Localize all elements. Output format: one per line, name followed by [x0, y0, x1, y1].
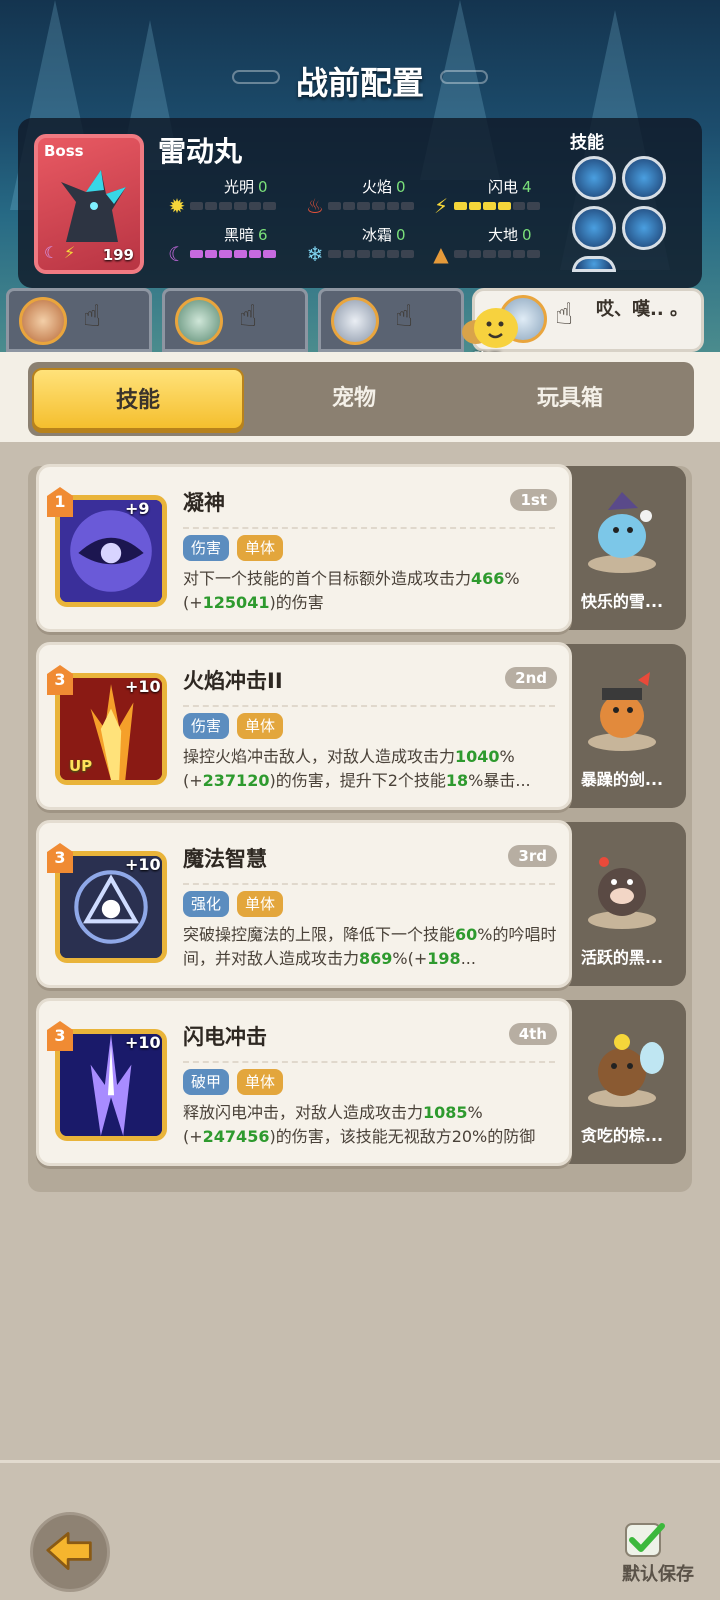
skill-name: 火焰冲击II	[183, 669, 283, 693]
flame-icon: ♨	[306, 194, 324, 218]
skill-plus: +9	[125, 499, 150, 518]
skill-description: 突破操控魔法的上限，降低下一个技能60%的吟唱时间，并对敌人造成攻击力869%(…	[183, 925, 557, 968]
chat-message: 哎、嘆.. 。	[596, 299, 688, 320]
skill-order-badge: 4th	[508, 1023, 557, 1045]
snow-pet-figure	[588, 492, 656, 573]
dark-element-icon: ☾	[44, 243, 59, 262]
skill-type-tag: 伤害	[183, 713, 230, 739]
skill-description: 操控火焰冲击敌人，对敌人造成攻击力1040%(+237120)的伤害，提升下2个…	[183, 747, 531, 790]
pet-name: 快乐的雪...	[580, 592, 664, 611]
tap-hand-icon: ☝	[83, 299, 102, 334]
skill-target-tag: 单体	[237, 891, 284, 917]
element-bar	[190, 250, 277, 258]
boss-name: 雷动丸	[158, 135, 243, 168]
snowflake-icon: ❄	[306, 242, 324, 266]
element-light: 光明 0 ✹	[166, 176, 296, 220]
skill-level-badge: 3	[47, 1021, 73, 1051]
skill-level-badge: 3	[47, 843, 73, 873]
element-bar	[328, 250, 415, 258]
mountain-icon: ▲	[433, 242, 449, 266]
tab-skills[interactable]: 技能	[32, 368, 244, 430]
skill-type-tag: 强化	[183, 891, 230, 917]
team-slot-1[interactable]: ☝	[6, 288, 152, 352]
tab-toybox[interactable]: 玩具箱	[464, 368, 676, 430]
skill-level-badge: 1	[47, 487, 73, 517]
pet-name: 暴躁的剑...	[580, 770, 664, 789]
boss-skill-shadow-icon[interactable]	[622, 206, 666, 250]
element-bar	[454, 250, 541, 258]
boss-skills-label: 技能	[570, 133, 604, 153]
skill-order-badge: 2nd	[505, 667, 557, 689]
moon-icon: ☾	[168, 242, 186, 266]
skill-target-tag: 单体	[237, 1069, 284, 1095]
pet-name: 贪吃的棕...	[580, 1126, 664, 1145]
skill-type-tag: 伤害	[183, 535, 230, 561]
skill-plus: +10	[125, 855, 161, 874]
element-lightning: 闪电 4 ⚡	[430, 176, 560, 220]
hero-avatar	[19, 297, 67, 345]
element-dark: 黑暗 6 ☾	[166, 224, 296, 268]
skill-description: 对下一个技能的首个目标额外造成攻击力466%(+125041)的伤害	[183, 569, 520, 612]
default-save-checkbox-icon[interactable]	[622, 1520, 668, 1560]
pet-slot-4[interactable]: 贪吃的棕...	[558, 1000, 686, 1164]
element-bar	[454, 202, 541, 210]
bear-pet-figure	[588, 1034, 664, 1107]
element-bar	[328, 202, 415, 210]
pet-slot-1[interactable]: 快乐的雪...	[558, 466, 686, 630]
element-bar	[190, 202, 277, 210]
tab-pets[interactable]: 宠物	[248, 368, 460, 430]
hero-avatar	[175, 297, 223, 345]
team-slot-2[interactable]: ☝	[162, 288, 308, 352]
boss-skill-storm-icon[interactable]	[622, 156, 666, 200]
skill-type-tag: 破甲	[183, 1069, 230, 1095]
skill-up-badge: UP	[69, 757, 93, 775]
hero-avatar	[331, 297, 379, 345]
sword-pet-figure	[588, 672, 656, 751]
pet-slot-2[interactable]: 暴躁的剑...	[558, 644, 686, 808]
skill-card-3[interactable]: 3 +10 魔法智慧 3rd 强化 单体 突破操控魔法的上限，降低下一个技能60…	[36, 820, 572, 988]
skill-level-badge: 3	[47, 665, 73, 695]
pet-name: 活跃的黑...	[580, 948, 664, 967]
page-title: 战前配置	[295, 64, 424, 102]
boss-portrait[interactable]: Boss ☾ ⚡ 199	[34, 134, 144, 274]
skill-target-tag: 单体	[237, 535, 284, 561]
skill-card-4[interactable]: 3 +10 闪电冲击 4th 破甲 单体 释放闪电冲击，对敌人造成攻击力1085…	[36, 998, 572, 1166]
boss-panel: Boss ☾ ⚡ 199 雷动丸 光明 0 ✹ 火焰 0 ♨ 闪电 4 ⚡ 黑暗…	[18, 118, 702, 288]
element-earth: 大地 0 ▲	[430, 224, 560, 268]
skill-order-badge: 3rd	[508, 845, 557, 867]
skill-name: 凝神	[183, 491, 225, 515]
boss-skill-more-icon[interactable]	[572, 256, 616, 272]
boss-skill-wing-icon[interactable]	[572, 206, 616, 250]
boss-skill-lightning-icon[interactable]	[572, 156, 616, 200]
back-arrow-icon	[46, 1532, 92, 1571]
skill-order-badge: 1st	[510, 489, 557, 511]
skill-plus: +10	[125, 1033, 161, 1052]
tab-bar: 技能 宠物 玩具箱	[28, 362, 694, 436]
skill-plus: +10	[125, 677, 161, 696]
boss-level: 199	[102, 246, 134, 264]
skill-name: 魔法智慧	[183, 847, 267, 871]
skill-name: 闪电冲击	[183, 1025, 267, 1049]
team-slot-3[interactable]: ☝	[318, 288, 464, 352]
back-button[interactable]	[30, 1512, 110, 1592]
skill-description: 释放闪电冲击，对敌人造成攻击力1085%(+247456)的伤害，该技能无视敌方…	[183, 1103, 536, 1146]
pig-pet-figure	[588, 857, 656, 929]
skill-card-1[interactable]: 1 +9 凝神 1st 伤害 单体 对下一个技能的首个目标额外造成攻击力466%…	[36, 464, 572, 632]
skill-target-tag: 单体	[237, 713, 284, 739]
tap-hand-icon: ☝	[395, 299, 414, 334]
sun-icon: ✹	[168, 194, 186, 218]
boss-tag: Boss	[44, 142, 84, 160]
tap-hand-icon: ☝	[239, 299, 258, 334]
bolt-icon: ⚡	[433, 194, 449, 218]
skill-card-2[interactable]: 3 +10 UP 火焰冲击II 2nd 伤害 单体 操控火焰冲击敌人，对敌人造成…	[36, 642, 572, 810]
lightning-element-icon: ⚡	[64, 243, 76, 262]
element-fire: 火焰 0 ♨	[304, 176, 434, 220]
default-save-label[interactable]: 默认保存	[612, 1560, 704, 1586]
pet-slot-3[interactable]: 活跃的黑...	[558, 822, 686, 986]
element-frost: 冰霜 0 ❄	[304, 224, 434, 268]
tap-hand-icon: ☝	[555, 297, 574, 332]
dragon-portrait-icon	[61, 170, 126, 242]
